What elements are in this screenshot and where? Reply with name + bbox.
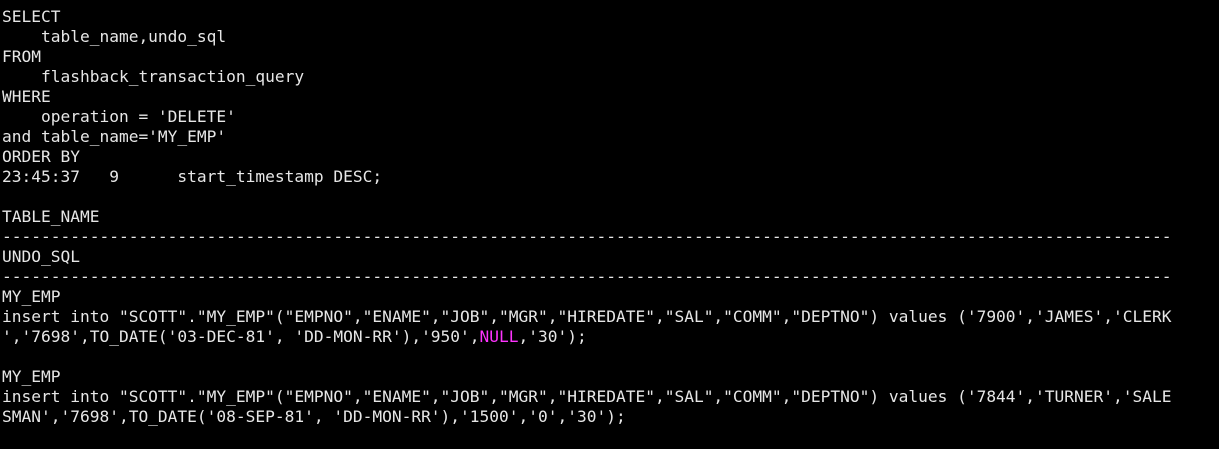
sql-line: and table_name='MY_EMP' <box>2 127 227 146</box>
result-undo-sql: insert into "SCOTT"."MY_EMP"("EMPNO","EN… <box>2 307 1172 326</box>
result-table-name: MY_EMP <box>2 287 61 306</box>
result-table-name: MY_EMP <box>2 367 61 386</box>
sql-line: ORDER BY <box>2 147 80 166</box>
undo-sql-text: ,'30'); <box>518 327 587 346</box>
sql-line: flashback_transaction_query <box>2 67 305 86</box>
null-keyword: NULL <box>479 327 519 346</box>
column-header-undo-sql: UNDO_SQL <box>2 247 80 266</box>
separator-line: ----------------------------------------… <box>2 267 1172 286</box>
sql-line: table_name,undo_sql <box>2 27 227 46</box>
result-undo-sql-continued: SMAN','7698',TO_DATE('08-SEP-81', 'DD-MO… <box>2 407 626 426</box>
terminal-window[interactable]: SELECT table_name,undo_sql FROM flashbac… <box>0 0 1219 449</box>
undo-sql-text: ','7698',TO_DATE('03-DEC-81', 'DD-MON-RR… <box>2 327 480 346</box>
sql-line: operation = 'DELETE' <box>2 107 236 126</box>
column-header-table-name: TABLE_NAME <box>2 207 100 226</box>
sql-line: 23:45:37 9 start_timestamp DESC; <box>2 167 383 186</box>
separator-line: ----------------------------------------… <box>2 227 1172 246</box>
result-undo-sql: insert into "SCOTT"."MY_EMP"("EMPNO","EN… <box>2 387 1172 406</box>
sql-line: FROM <box>2 47 41 66</box>
result-undo-sql-continued: ','7698',TO_DATE('03-DEC-81', 'DD-MON-RR… <box>2 327 1219 347</box>
sql-line: SELECT <box>2 7 61 26</box>
sql-line: WHERE <box>2 87 51 106</box>
